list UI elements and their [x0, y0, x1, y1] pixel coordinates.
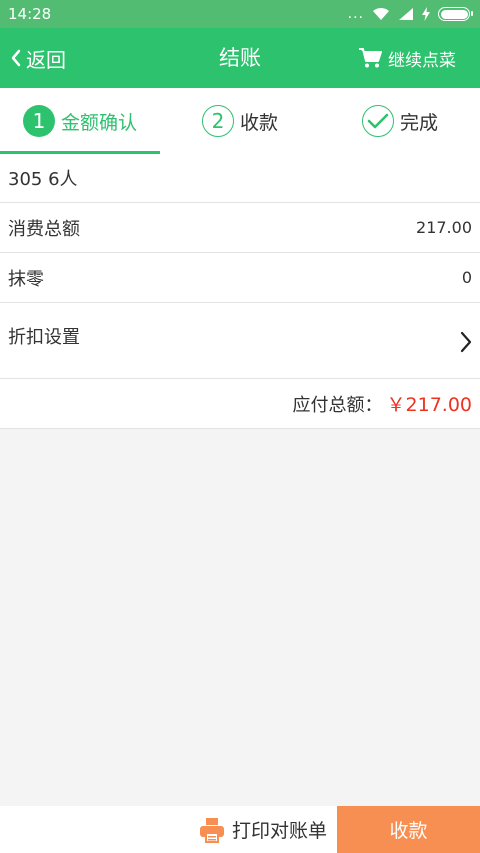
- step-label: 完成: [399, 111, 438, 134]
- rounding-label: 抹零: [8, 268, 44, 290]
- order-summary: 305 6人 消费总额 217.00 抹零 0 折扣设置 应付总额： ￥217.…: [0, 154, 480, 429]
- back-label: 返回: [26, 47, 66, 72]
- check-icon: [361, 105, 394, 137]
- step-number-badge: 2: [201, 105, 234, 137]
- back-button[interactable]: 返回: [10, 28, 66, 88]
- rounding-row: 抹零 0: [0, 253, 480, 303]
- discount-settings-row[interactable]: 折扣设置: [0, 303, 480, 379]
- signal-icon: [399, 8, 413, 20]
- print-bill-label: 打印对账单: [231, 820, 327, 842]
- cart-icon: [359, 48, 382, 68]
- table-info-row: 305 6人: [0, 154, 480, 203]
- step-complete[interactable]: 完成: [320, 88, 480, 154]
- amount-due-value: ￥217.00: [386, 394, 472, 416]
- status-bar: 14:28 ...: [0, 0, 480, 28]
- wifi-icon: [373, 7, 389, 20]
- table-info: 305 6人: [8, 169, 78, 190]
- step-label: 收款: [239, 111, 278, 134]
- step-tabs: 1 金额确认 2 收款 完成: [0, 88, 480, 154]
- total-amount-value: 217.00: [416, 218, 472, 237]
- amount-due-label: 应付总额：: [292, 394, 383, 416]
- collect-payment-button[interactable]: 收款: [337, 806, 480, 853]
- status-time: 14:28: [8, 5, 52, 23]
- more-dots: ...: [347, 6, 364, 22]
- status-icons: ...: [347, 6, 473, 22]
- total-amount-label: 消费总额: [8, 218, 80, 240]
- charging-icon: [422, 7, 430, 21]
- printer-icon: [199, 817, 224, 843]
- chevron-left-icon: [11, 49, 21, 67]
- continue-ordering-label: 继续点菜: [388, 50, 456, 71]
- chevron-right-icon: [460, 331, 472, 353]
- bottom-action-bar: 打印对账单 收款: [0, 806, 480, 853]
- amount-due-row: 应付总额： ￥217.00: [0, 379, 480, 429]
- print-bill-button[interactable]: 打印对账单: [0, 806, 337, 853]
- continue-ordering-button[interactable]: 继续点菜: [358, 28, 456, 88]
- total-amount-row: 消费总额 217.00: [0, 203, 480, 253]
- battery-icon: [438, 7, 473, 21]
- step-amount-confirm[interactable]: 1 金额确认: [0, 88, 160, 154]
- discount-settings-label: 折扣设置: [8, 327, 80, 348]
- step-label: 金额确认: [60, 111, 137, 134]
- step-payment[interactable]: 2 收款: [160, 88, 320, 154]
- rounding-value: 0: [461, 268, 472, 287]
- step-number-badge: 1: [22, 105, 55, 137]
- app-bar: 返回 结账 继续点菜: [0, 28, 480, 88]
